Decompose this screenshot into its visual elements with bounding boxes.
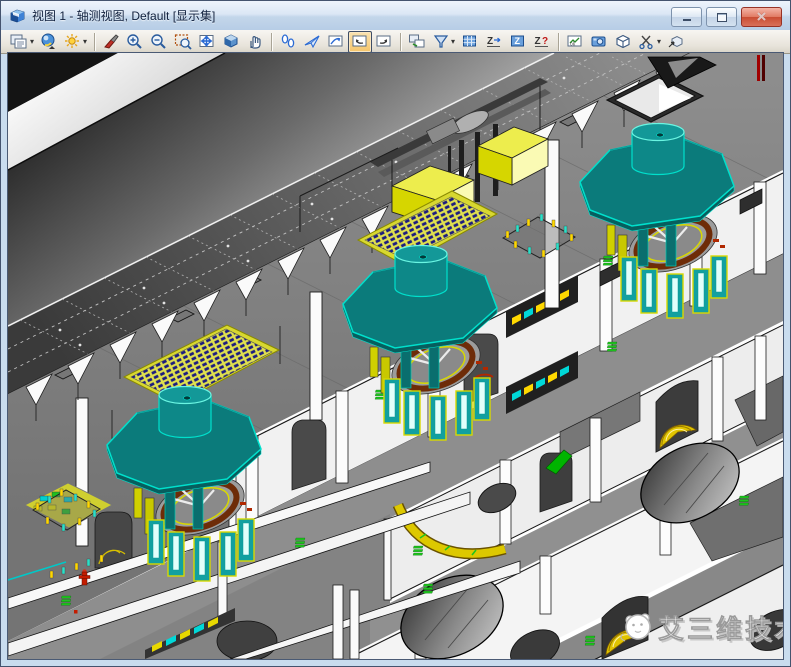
dropdown-caret: ▾	[30, 37, 34, 46]
tool-view-next[interactable]	[372, 31, 396, 53]
window-title: 视图 1 - 轴测视图, Default [显示集]	[32, 7, 215, 24]
set-depth-icon: Z	[485, 33, 503, 50]
tool-fit-view[interactable]	[195, 31, 219, 53]
3d-viewport[interactable]: 艾三维技术 艾三维技术	[8, 53, 783, 659]
tool-window-area[interactable]	[171, 31, 195, 53]
tool-fly[interactable]	[300, 31, 324, 53]
tool-clip-mask[interactable]	[458, 31, 482, 53]
tool-adjust-brightness[interactable]: ▾	[61, 31, 90, 53]
tool-render-view[interactable]	[611, 31, 635, 53]
3d-scene: 艾三维技术 艾三维技术	[8, 53, 783, 659]
app-icon	[9, 8, 26, 24]
restore-icon	[717, 13, 727, 22]
view-next-icon	[375, 33, 393, 50]
tool-walk[interactable]	[276, 31, 300, 53]
clip-volume-icon	[432, 33, 450, 50]
tool-display-depth-query[interactable]: Z ?	[530, 31, 554, 53]
minimize-button[interactable]	[671, 7, 702, 27]
fly-plane-icon	[303, 33, 321, 50]
scissors-icon	[638, 33, 656, 50]
close-button[interactable]	[741, 7, 782, 27]
tool-update-view[interactable]	[99, 31, 123, 53]
tool-view-cube-link[interactable]	[664, 31, 688, 53]
dropdown-caret: ▾	[451, 37, 455, 46]
tool-camera-view[interactable]	[587, 31, 611, 53]
tool-set-display-depth[interactable]: Z	[482, 31, 506, 53]
tool-view-previous[interactable]	[348, 31, 372, 53]
dropdown-caret: ▾	[83, 37, 87, 46]
restore-button[interactable]	[706, 7, 737, 27]
copy-view-icon	[408, 33, 426, 50]
camera-icon	[590, 33, 608, 50]
view-window: 视图 1 - 轴测视图, Default [显示集] ▾	[0, 0, 791, 667]
svg-text:Z: Z	[535, 36, 541, 47]
toolbar-separator	[271, 33, 272, 51]
pan-hand-icon	[246, 33, 264, 50]
zoom-out-icon	[150, 33, 168, 50]
zoom-in-icon	[126, 33, 144, 50]
walk-footprints-icon	[279, 33, 297, 50]
clip-mask-icon	[461, 33, 479, 50]
tool-copy-view[interactable]	[405, 31, 429, 53]
rotate-cube-icon	[222, 33, 240, 50]
view-previous-icon	[351, 33, 369, 50]
tool-navigate-view[interactable]	[324, 31, 348, 53]
tool-clip-tools[interactable]: ▾	[635, 31, 664, 53]
tool-pan-view[interactable]	[243, 31, 267, 53]
fit-view-icon	[198, 33, 216, 50]
display-style-icon	[40, 33, 58, 50]
watermark-text: 艾三维技术	[658, 614, 783, 645]
tool-clip-volume[interactable]: ▾	[429, 31, 458, 53]
tool-show-display-depth[interactable]: Z	[506, 31, 530, 53]
navigate-view-icon	[327, 33, 345, 50]
update-brush-icon	[102, 33, 120, 50]
show-depth-icon: Z	[509, 33, 527, 50]
dropdown-caret: ▾	[657, 37, 661, 46]
tool-zoom-in[interactable]	[123, 31, 147, 53]
tool-display-style[interactable]	[37, 31, 61, 53]
tool-rotate-view[interactable]	[219, 31, 243, 53]
window-area-icon	[174, 33, 192, 50]
close-icon	[756, 12, 767, 22]
svg-text:ok: ok	[570, 42, 576, 48]
tool-zoom-out[interactable]	[147, 31, 171, 53]
view-toolbar: ▾ ▾	[1, 30, 790, 54]
saved-views-icon: ok	[566, 33, 584, 50]
brightness-sun-icon	[64, 33, 82, 50]
toolbar-separator	[400, 33, 401, 51]
view-attributes-icon	[10, 33, 29, 50]
toolbar-separator	[94, 33, 95, 51]
tool-view-attributes[interactable]: ▾	[7, 31, 37, 53]
render-cube-icon	[614, 33, 632, 50]
svg-text:Z: Z	[515, 36, 521, 46]
tool-saved-views[interactable]: ok	[563, 31, 587, 53]
cube-arrow-icon	[667, 33, 685, 50]
svg-text:?: ?	[542, 36, 548, 47]
depth-query-icon: Z ?	[533, 33, 551, 50]
titlebar[interactable]: 视图 1 - 轴测视图, Default [显示集]	[1, 1, 790, 31]
svg-text:Z: Z	[487, 36, 493, 47]
toolbar-separator	[558, 33, 559, 51]
